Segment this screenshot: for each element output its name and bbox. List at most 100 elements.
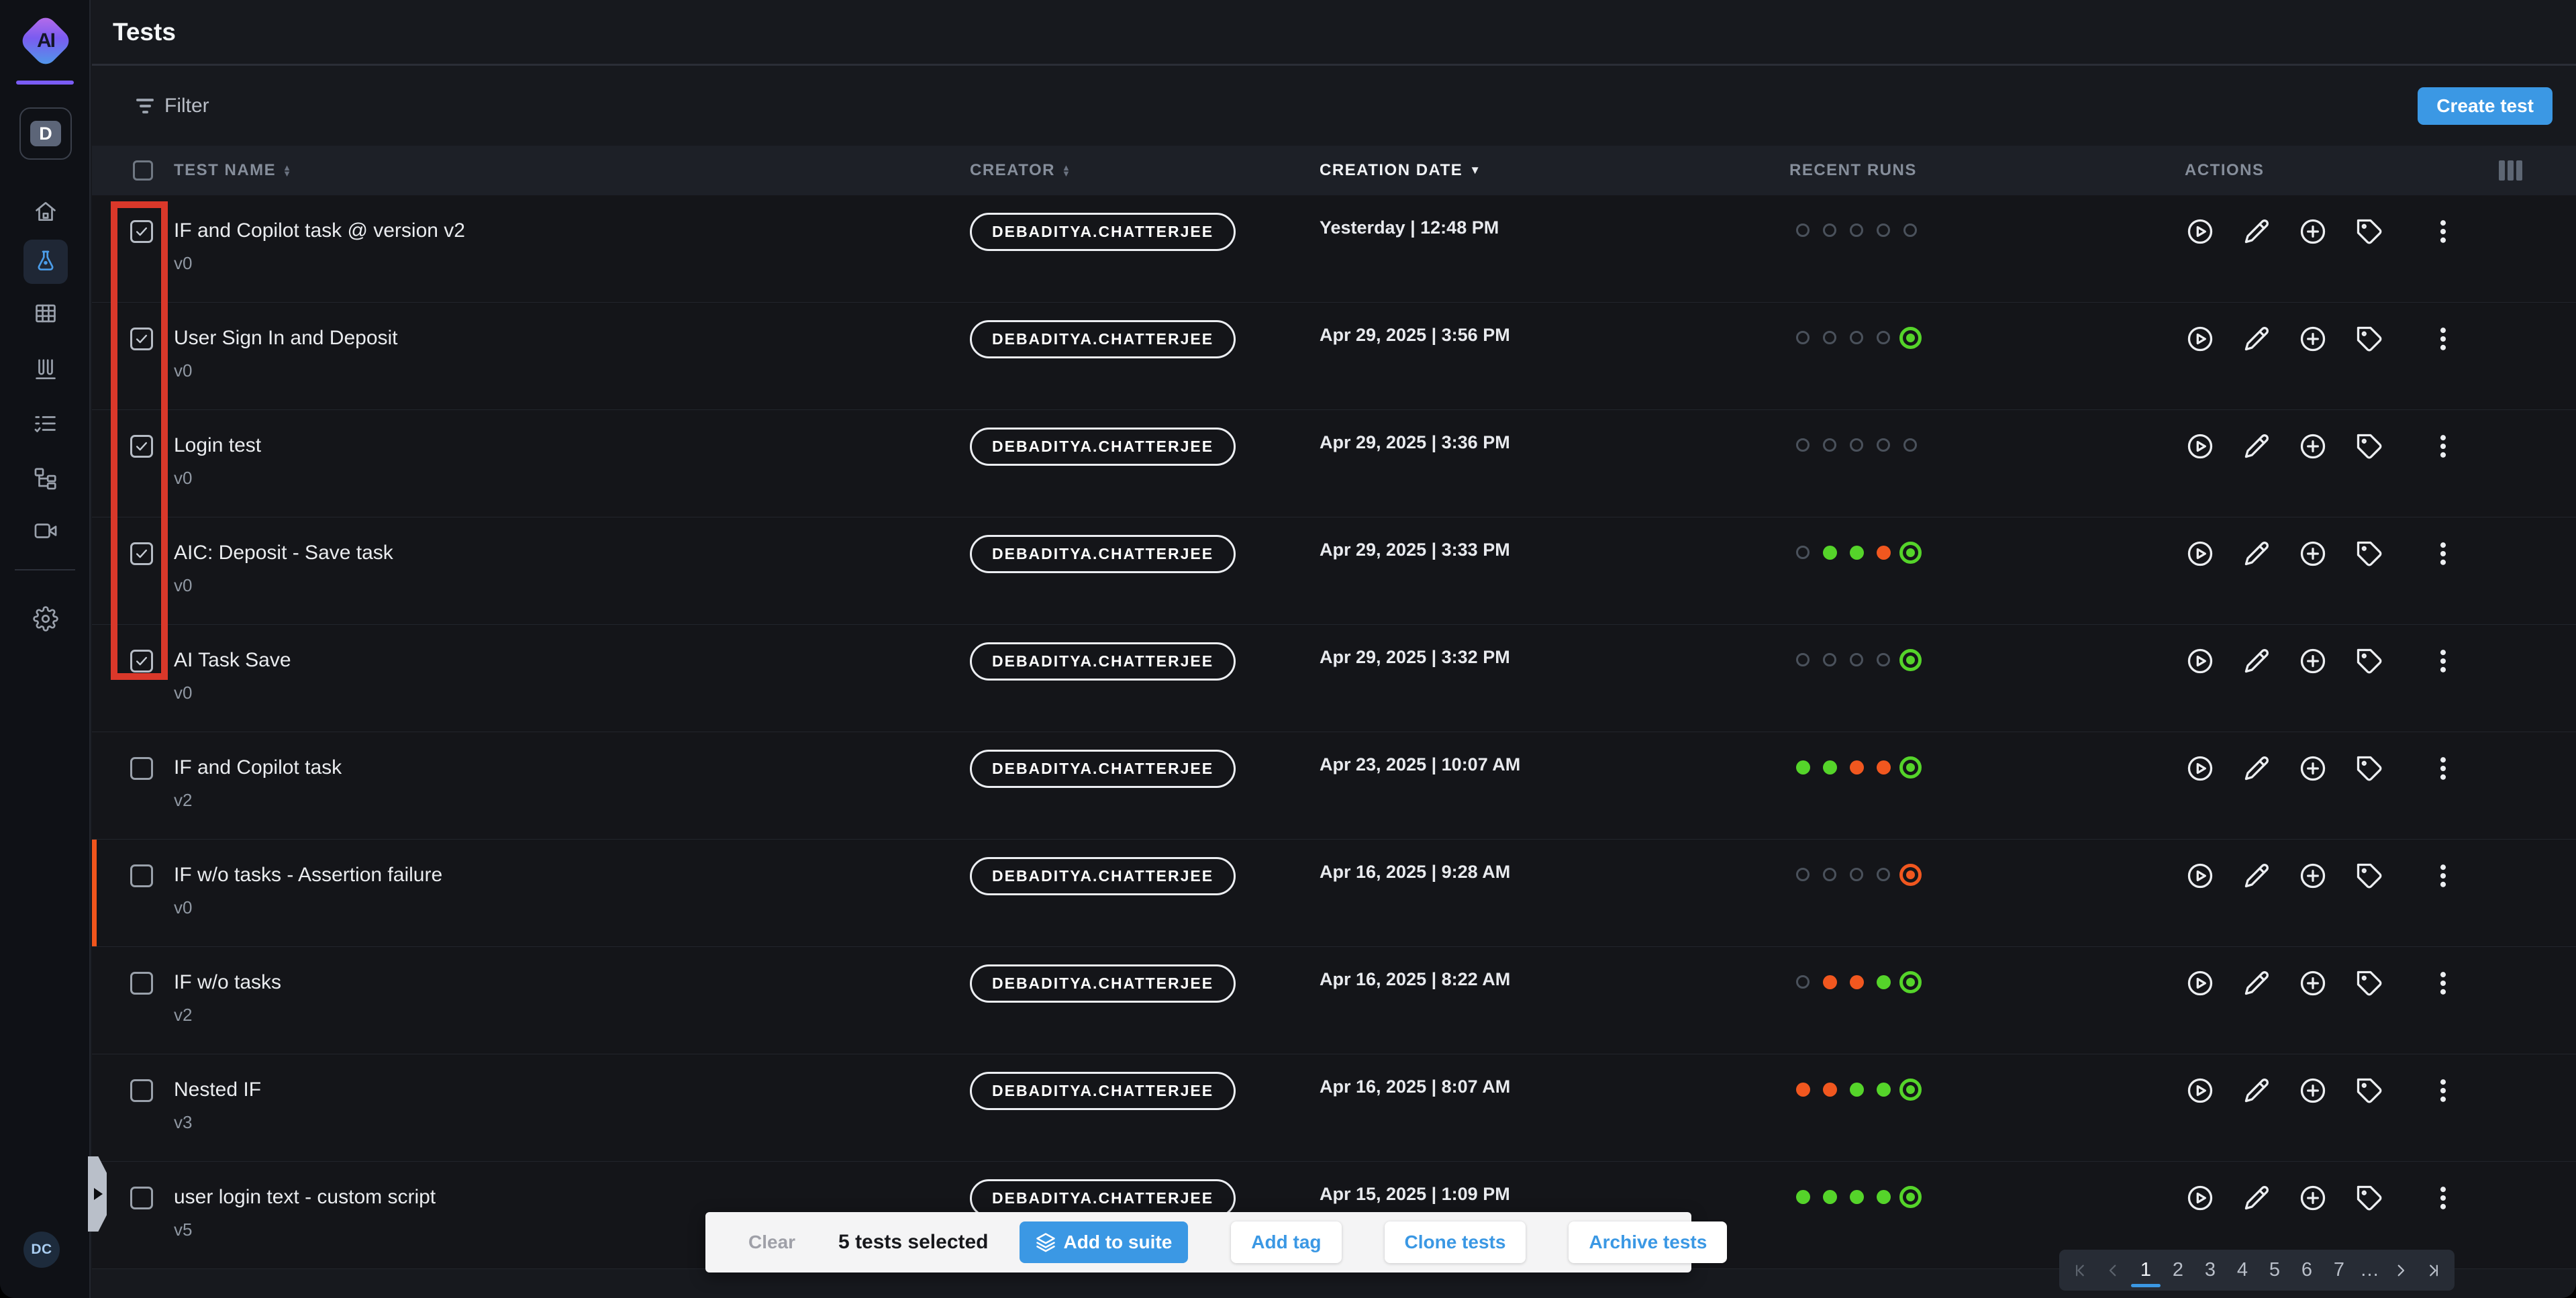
add-to-suite-row-button[interactable] (2298, 432, 2328, 461)
more-options-button[interactable] (2428, 646, 2458, 676)
run-status-dot-empty[interactable] (1877, 223, 1890, 237)
table-row[interactable]: AIC: Deposit - Save task v0 DEBADITYA.CH… (92, 517, 2576, 625)
more-options-button[interactable] (2428, 861, 2458, 891)
archive-tests-button[interactable]: Archive tests (1569, 1221, 1727, 1263)
more-options-button[interactable] (2428, 217, 2458, 246)
tag-test-button[interactable] (2355, 1183, 2384, 1213)
run-status-dot-empty[interactable] (1877, 868, 1890, 881)
sidebar-item-recordings[interactable] (0, 518, 91, 544)
tag-test-button[interactable] (2355, 861, 2384, 891)
sidebar-item-workflows[interactable] (0, 466, 91, 491)
edit-test-button[interactable] (2242, 539, 2271, 568)
pagination-next-button[interactable] (2386, 1250, 2414, 1291)
run-status-dot-latest_pass[interactable] (1899, 756, 1922, 779)
run-status-dot-pass[interactable] (1877, 1190, 1891, 1204)
run-status-dot-empty[interactable] (1823, 438, 1836, 452)
app-logo[interactable]: AI (18, 13, 73, 68)
table-row[interactable]: IF w/o tasks - Assertion failure v0 DEBA… (92, 840, 2576, 947)
run-status-dot-empty[interactable] (1823, 868, 1836, 881)
pagination-last-button[interactable] (2418, 1250, 2446, 1291)
test-name[interactable]: Nested IF (174, 1079, 261, 1101)
clone-tests-button[interactable]: Clone tests (1385, 1221, 1526, 1263)
add-to-suite-row-button[interactable] (2298, 217, 2328, 246)
run-status-dot-empty[interactable] (1850, 331, 1863, 344)
add-to-suite-row-button[interactable] (2298, 754, 2328, 783)
add-to-suite-row-button[interactable] (2298, 968, 2328, 998)
edit-test-button[interactable] (2242, 432, 2271, 461)
tag-test-button[interactable] (2355, 432, 2384, 461)
test-name[interactable]: user login text - custom script (174, 1186, 436, 1209)
row-checkbox[interactable] (130, 542, 153, 565)
more-options-button[interactable] (2428, 754, 2458, 783)
test-name[interactable]: User Sign In and Deposit (174, 327, 398, 350)
table-row[interactable]: User Sign In and Deposit v0 DEBADITYA.CH… (92, 303, 2576, 410)
sidebar-expand-handle[interactable] (88, 1156, 107, 1232)
run-test-button[interactable] (2185, 324, 2215, 354)
run-status-dot-empty[interactable] (1796, 868, 1810, 881)
row-checkbox[interactable] (130, 435, 153, 458)
run-status-dot-empty[interactable] (1850, 868, 1863, 881)
more-options-button[interactable] (2428, 1076, 2458, 1105)
table-row[interactable]: IF w/o tasks v2 DEBADITYA.CHATTERJEE Apr… (92, 947, 2576, 1054)
edit-test-button[interactable] (2242, 324, 2271, 354)
tag-test-button[interactable] (2355, 217, 2384, 246)
run-status-dot-empty[interactable] (1796, 653, 1810, 666)
edit-test-button[interactable] (2242, 1183, 2271, 1213)
table-row[interactable]: Nested IF v3 DEBADITYA.CHATTERJEE Apr 16… (92, 1054, 2576, 1162)
run-status-dot-empty[interactable] (1796, 331, 1810, 344)
run-status-dot-empty[interactable] (1796, 438, 1810, 452)
pagination-page-6[interactable]: 6 (2293, 1250, 2321, 1291)
run-status-dot-pass[interactable] (1850, 546, 1864, 560)
edit-test-button[interactable] (2242, 646, 2271, 676)
run-status-dot-empty[interactable] (1850, 653, 1863, 666)
run-status-dot-empty[interactable] (1850, 223, 1863, 237)
run-status-dot-pass[interactable] (1877, 975, 1891, 989)
create-test-button[interactable]: Create test (2418, 87, 2553, 125)
run-status-dot-pass[interactable] (1850, 1083, 1864, 1097)
pagination-page-7[interactable]: 7 (2325, 1250, 2353, 1291)
row-checkbox[interactable] (130, 220, 153, 243)
test-name[interactable]: IF and Copilot task @ version v2 (174, 219, 465, 242)
add-to-suite-row-button[interactable] (2298, 1076, 2328, 1105)
more-options-button[interactable] (2428, 968, 2458, 998)
run-test-button[interactable] (2185, 754, 2215, 783)
pagination-page-5[interactable]: 5 (2261, 1250, 2289, 1291)
run-status-dot-pass[interactable] (1823, 760, 1837, 775)
row-checkbox[interactable] (130, 757, 153, 780)
row-checkbox[interactable] (130, 650, 153, 672)
edit-test-button[interactable] (2242, 861, 2271, 891)
run-status-dot-empty[interactable] (1877, 438, 1890, 452)
org-switcher[interactable]: D (19, 107, 72, 160)
pagination-page-2[interactable]: 2 (2164, 1250, 2192, 1291)
sidebar-item-home[interactable] (0, 199, 91, 224)
run-status-dot-latest_pass[interactable] (1899, 1186, 1922, 1208)
run-test-button[interactable] (2185, 432, 2215, 461)
run-status-dot-empty[interactable] (1823, 331, 1836, 344)
table-row[interactable]: Login test v0 DEBADITYA.CHATTERJEE Apr 2… (92, 410, 2576, 517)
run-status-dot-empty[interactable] (1903, 223, 1917, 237)
column-header-creator[interactable]: CREATOR ▲▼ (964, 161, 1320, 180)
row-checkbox[interactable] (130, 328, 153, 350)
row-checkbox[interactable] (130, 1187, 153, 1209)
tag-test-button[interactable] (2355, 1076, 2384, 1105)
run-test-button[interactable] (2185, 646, 2215, 676)
more-options-button[interactable] (2428, 432, 2458, 461)
run-test-button[interactable] (2185, 217, 2215, 246)
test-name[interactable]: Login test (174, 434, 261, 457)
row-checkbox[interactable] (130, 1079, 153, 1102)
run-status-dot-empty[interactable] (1877, 331, 1890, 344)
run-status-dot-fail[interactable] (1877, 546, 1891, 560)
edit-test-button[interactable] (2242, 754, 2271, 783)
row-checkbox[interactable] (130, 972, 153, 995)
column-header-test-name[interactable]: TEST NAME ▲▼ (169, 161, 964, 180)
add-to-suite-row-button[interactable] (2298, 324, 2328, 354)
add-tag-button[interactable]: Add tag (1231, 1221, 1341, 1263)
test-name[interactable]: IF w/o tasks - Assertion failure (174, 864, 442, 887)
run-status-dot-empty[interactable] (1796, 975, 1810, 989)
run-status-dot-empty[interactable] (1796, 546, 1810, 559)
test-name[interactable]: IF w/o tasks (174, 971, 281, 994)
filter-button[interactable]: Filter (132, 94, 213, 118)
tag-test-button[interactable] (2355, 646, 2384, 676)
tag-test-button[interactable] (2355, 539, 2384, 568)
run-status-dot-fail[interactable] (1823, 975, 1837, 989)
